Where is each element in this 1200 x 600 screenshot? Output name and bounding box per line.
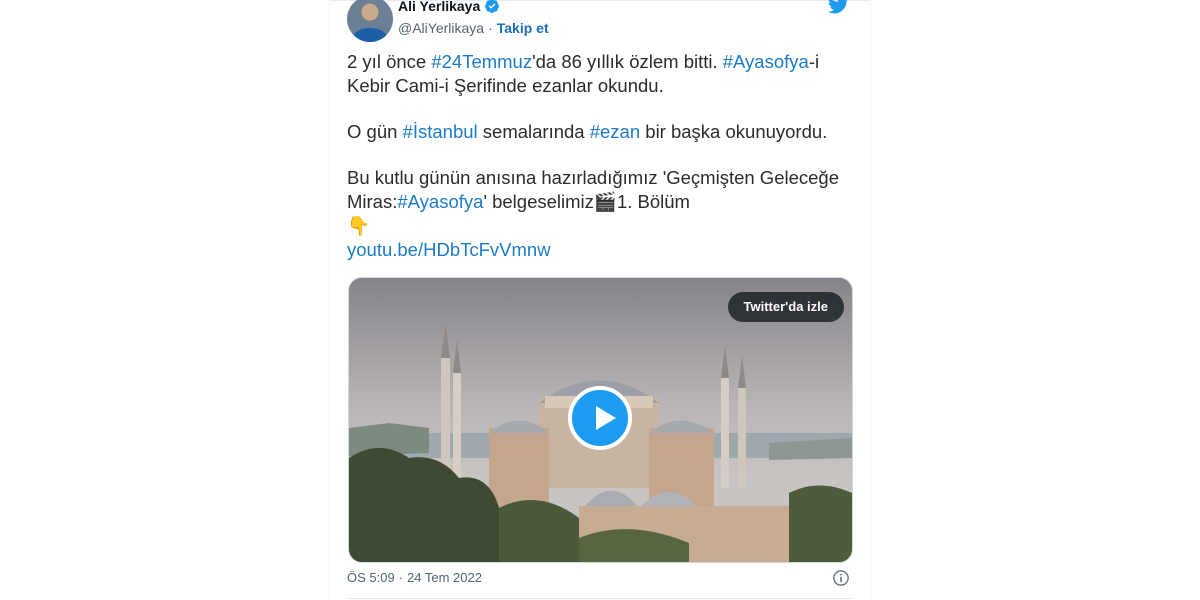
footer-separator: · xyxy=(398,570,404,585)
tweet-text-segment: bir başka okunuyordu. xyxy=(640,121,828,142)
author-name[interactable]: Ali Yerlikaya xyxy=(398,0,480,14)
author-handle-row: @AliYerlikaya · Takip et xyxy=(398,20,549,36)
hashtag-24temmuz[interactable]: #24Temmuz xyxy=(431,51,532,72)
tweet-text-segment: O gün xyxy=(347,121,403,142)
handle-separator: · xyxy=(488,20,493,36)
tweet-text-segment: ' belgeselimiz🎬1. Bölüm xyxy=(483,191,690,212)
avatar-figure xyxy=(353,28,387,42)
tweet-paragraph-3: Bu kutlu günün anısına hazırladığımız 'G… xyxy=(347,166,857,214)
author-name-row: Ali Yerlikaya xyxy=(398,0,500,14)
tweet-footer: ÖS 5:09 · 24 Tem 2022 xyxy=(347,570,482,585)
hashtag-istanbul[interactable]: #İstanbul xyxy=(403,121,478,142)
tweet-paragraph-4: 👇 xyxy=(347,214,857,238)
twitter-bird-icon[interactable] xyxy=(826,0,850,16)
tweet-text-segment: semalarında xyxy=(477,121,590,142)
youtube-link[interactable]: youtu.be/HDbTcFvVmnw xyxy=(347,239,551,260)
pointing-down-emoji: 👇 xyxy=(347,215,371,236)
tweet-paragraph-2: O gün #İstanbul semalarında #ezan bir ba… xyxy=(347,120,857,144)
hashtag-ezan[interactable]: #ezan xyxy=(590,121,640,142)
author-handle[interactable]: @AliYerlikaya xyxy=(398,20,484,36)
tweet-time[interactable]: ÖS 5:09 xyxy=(347,570,395,585)
tweet-paragraph-link: youtu.be/HDbTcFvVmnw xyxy=(347,238,857,262)
verified-badge-icon xyxy=(485,0,500,13)
tweet-text-segment: 'da 86 yıllık özlem bitti. xyxy=(532,51,723,72)
tweet-card: Ali Yerlikaya @AliYerlikaya · Takip et 2… xyxy=(330,0,870,600)
follow-button[interactable]: Takip et xyxy=(497,20,549,36)
avatar[interactable] xyxy=(347,0,393,42)
tweet-text: 2 yıl önce #24Temmuz'da 86 yıllık özlem … xyxy=(347,50,857,262)
tweet-date[interactable]: 24 Tem 2022 xyxy=(407,570,482,585)
info-icon[interactable] xyxy=(832,569,850,587)
hashtag-ayasofya[interactable]: #Ayasofya xyxy=(723,51,809,72)
video-player[interactable]: Twitter'da izle xyxy=(348,277,853,563)
play-icon[interactable] xyxy=(568,386,632,450)
tweet-text-segment: 2 yıl önce xyxy=(347,51,432,72)
hashtag-ayasofya-2[interactable]: #Ayasofya xyxy=(397,191,483,212)
author-block: Ali Yerlikaya @AliYerlikaya · Takip et xyxy=(398,0,549,36)
watch-on-twitter-button[interactable]: Twitter'da izle xyxy=(727,292,844,322)
page: Ali Yerlikaya @AliYerlikaya · Takip et 2… xyxy=(0,0,1200,600)
card-bottom-divider xyxy=(347,598,853,599)
tweet-paragraph-1: 2 yıl önce #24Temmuz'da 86 yıllık özlem … xyxy=(347,50,857,98)
